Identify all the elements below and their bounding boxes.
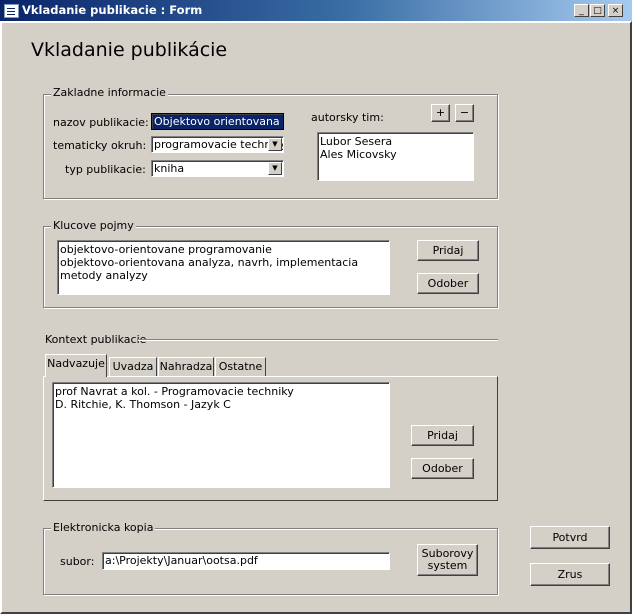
list-item[interactable]: objektovo-orientovane programovanie: [60, 243, 387, 256]
autorsky-label: autorsky tim:: [311, 111, 384, 124]
maximize-button[interactable]: □: [590, 4, 605, 17]
nazov-label: nazov publikacie:: [53, 116, 149, 129]
list-item[interactable]: Ales Micovsky: [320, 148, 471, 161]
minimize-button[interactable]: _: [574, 4, 589, 17]
kontext-pridaj-button[interactable]: Pridaj: [411, 425, 474, 446]
typ-value: kniha: [154, 162, 185, 175]
zrus-button[interactable]: Zrus: [530, 563, 610, 586]
form-icon: [4, 4, 19, 18]
tab-nadvazuje[interactable]: Nadvazuje: [45, 354, 107, 377]
zakladne-legend: Zakladne informacie: [51, 86, 168, 99]
chevron-down-icon[interactable]: ▼: [268, 162, 282, 175]
title-bar[interactable]: Vkladanie publikacie : Form _ □ ×: [0, 0, 632, 21]
remove-author-button[interactable]: −: [455, 104, 474, 122]
okruh-combo[interactable]: programovacie techniky ▼: [151, 136, 284, 153]
list-item[interactable]: objektovo-orientovana analyza, navrh, im…: [60, 256, 387, 269]
list-item[interactable]: D. Ritchie, K. Thomson - Jazyk C: [55, 398, 387, 411]
klucove-legend: Klucove pojmy: [51, 219, 136, 232]
kontext-odober-button[interactable]: Odober: [411, 458, 474, 479]
nazov-field[interactable]: Objektovo orientovana tvo: [151, 113, 284, 130]
browse-label-2: system: [427, 559, 468, 572]
okruh-value: programovacie techniky: [154, 138, 284, 151]
close-button[interactable]: ×: [608, 4, 623, 17]
tab-nahradza[interactable]: Nahradza: [158, 357, 214, 376]
kontext-divider: [138, 339, 498, 341]
list-item[interactable]: Lubor Sesera: [320, 135, 471, 148]
close-icon: ×: [611, 6, 620, 16]
typ-label: typ publikacie:: [65, 163, 146, 176]
maximize-icon: □: [593, 6, 602, 16]
browse-file-button[interactable]: Suborovy system: [417, 544, 478, 576]
subor-field[interactable]: a:\Projekty\Januar\ootsa.pdf: [102, 552, 390, 570]
typ-combo[interactable]: kniha ▼: [151, 160, 284, 177]
add-author-button[interactable]: +: [431, 104, 450, 122]
autori-list[interactable]: Lubor Sesera Ales Micovsky: [317, 132, 474, 181]
potvrd-button[interactable]: Potvrd: [530, 526, 610, 549]
kontext-heading: Kontext publikacie: [45, 333, 147, 346]
klucove-odober-button[interactable]: Odober: [417, 273, 479, 294]
klucove-pridaj-button[interactable]: Pridaj: [417, 240, 479, 261]
kontext-list[interactable]: prof Navrat a kol. - Programovacie techn…: [52, 382, 390, 488]
list-item[interactable]: metody analyzy: [60, 269, 387, 282]
window-title: Vkladanie publikacie : Form: [22, 3, 203, 17]
page-title: Vkladanie publikácie: [31, 39, 228, 61]
subor-label: subor:: [60, 555, 95, 568]
list-item[interactable]: prof Navrat a kol. - Programovacie techn…: [55, 385, 387, 398]
elektronicka-legend: Elektronicka kopia: [51, 521, 156, 534]
tab-ostatne[interactable]: Ostatne: [215, 357, 266, 376]
klucove-list[interactable]: objektovo-orientovane programovanie obje…: [57, 240, 390, 295]
chevron-down-icon[interactable]: ▼: [268, 138, 282, 151]
tab-uvadza[interactable]: Uvadza: [109, 357, 157, 376]
minimize-icon: _: [579, 6, 584, 16]
okruh-label: tematicky okruh:: [53, 139, 147, 152]
